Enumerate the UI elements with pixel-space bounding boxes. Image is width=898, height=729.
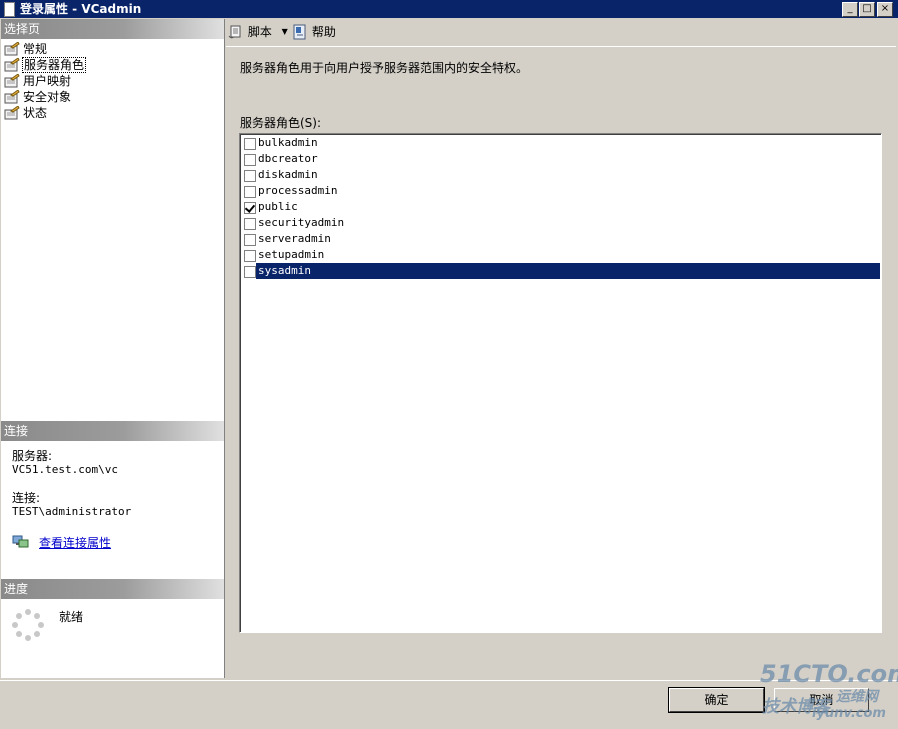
role-row[interactable]: dbcreator xyxy=(240,151,880,167)
role-checkbox[interactable] xyxy=(244,170,256,182)
page-label: 常规 xyxy=(23,42,48,56)
page-label: 安全对象 xyxy=(23,90,72,104)
page-item[interactable]: 常规 xyxy=(4,41,48,57)
role-name: sysadmin xyxy=(256,263,880,279)
page-item[interactable]: 服务器角色 xyxy=(4,57,87,73)
script-button[interactable]: 脚本 ▼ xyxy=(228,23,288,41)
connection-label: 连接: xyxy=(12,491,41,505)
left-pane: 选择页 常规 服务器角色 用户映射安全对象状态 连接 服务器: VC51.test.… xyxy=(1,19,225,678)
role-name: public xyxy=(258,200,298,213)
role-row[interactable]: bulkadmin xyxy=(240,135,880,151)
page-label: 用户映射 xyxy=(23,74,72,88)
role-checkbox[interactable] xyxy=(244,186,256,198)
close-button[interactable]: × xyxy=(877,2,893,17)
help-icon xyxy=(292,24,308,40)
page-label: 服务器角色 xyxy=(22,57,87,73)
role-checkbox[interactable] xyxy=(244,154,256,166)
page-icon xyxy=(4,74,20,88)
role-name: dbcreator xyxy=(258,152,318,165)
role-name: bulkadmin xyxy=(258,136,318,149)
script-label: 脚本 xyxy=(247,25,272,39)
role-row[interactable]: securityadmin xyxy=(240,215,880,231)
connection-header: 连接 xyxy=(1,421,224,441)
role-checkbox[interactable] xyxy=(244,218,256,230)
help-button[interactable]: 帮助 xyxy=(292,23,336,41)
watermark-site: 51CTO.com xyxy=(760,660,898,688)
watermark-ops: 运维网 xyxy=(836,689,878,705)
page-description: 服务器角色用于向用户授予服务器范围内的安全特权。 xyxy=(240,61,529,75)
role-name: processadmin xyxy=(258,184,338,197)
server-label: 服务器: xyxy=(12,449,53,463)
script-icon xyxy=(228,24,244,40)
view-connection-properties-link[interactable]: 查看连接属性 xyxy=(39,534,111,551)
progress-header: 进度 xyxy=(1,579,224,599)
role-row[interactable]: serveradmin xyxy=(240,231,880,247)
connection-properties-icon xyxy=(12,534,29,548)
select-page-header: 选择页 xyxy=(1,19,224,39)
page-item[interactable]: 安全对象 xyxy=(4,89,72,105)
role-row[interactable]: diskadmin xyxy=(240,167,880,183)
page-item[interactable]: 用户映射 xyxy=(4,73,72,89)
server-value: VC51.test.com\vc xyxy=(12,463,118,476)
role-row[interactable]: sysadmin xyxy=(240,263,880,279)
role-checkbox[interactable] xyxy=(244,138,256,150)
watermark-domain: iyunv.com xyxy=(812,706,886,721)
role-row[interactable]: setupadmin xyxy=(240,247,880,263)
page-icon xyxy=(4,90,20,104)
help-label: 帮助 xyxy=(311,25,336,39)
role-checkbox[interactable] xyxy=(244,202,256,214)
page-icon xyxy=(4,106,20,120)
ok-button[interactable]: 确定 xyxy=(668,687,765,713)
role-checkbox[interactable] xyxy=(244,266,256,278)
progress-spinner-icon xyxy=(11,608,45,642)
server-roles-label: 服务器角色(S): xyxy=(240,116,322,130)
window-title: 登录属性 - VCadmin xyxy=(20,2,142,16)
role-row[interactable]: processadmin xyxy=(240,183,880,199)
script-dropdown-icon[interactable]: ▼ xyxy=(282,27,288,36)
role-checkbox[interactable] xyxy=(244,234,256,246)
role-name: setupadmin xyxy=(258,248,325,261)
page-icon xyxy=(4,42,20,56)
role-name: securityadmin xyxy=(258,216,345,229)
page-icon xyxy=(4,58,20,72)
page-label: 状态 xyxy=(23,106,48,120)
connection-value: TEST\administrator xyxy=(12,505,132,518)
role-name: serveradmin xyxy=(258,232,331,245)
toolbar: 脚本 ▼ 帮助 xyxy=(226,19,898,45)
role-checkbox[interactable] xyxy=(244,250,256,262)
role-name: diskadmin xyxy=(258,168,318,181)
page-item[interactable]: 状态 xyxy=(4,105,48,121)
minimize-button[interactable]: _ xyxy=(842,2,858,17)
role-row[interactable]: public xyxy=(240,199,880,215)
server-roles-list[interactable]: bulkadmin dbcreator diskadmin processadmin p… xyxy=(239,133,882,633)
maximize-button[interactable]: □ xyxy=(859,2,875,17)
window-icon xyxy=(4,2,15,17)
progress-status: 就绪 xyxy=(59,610,84,624)
title-bar[interactable]: 登录属性 - VCadmin _ □ × xyxy=(0,0,898,18)
